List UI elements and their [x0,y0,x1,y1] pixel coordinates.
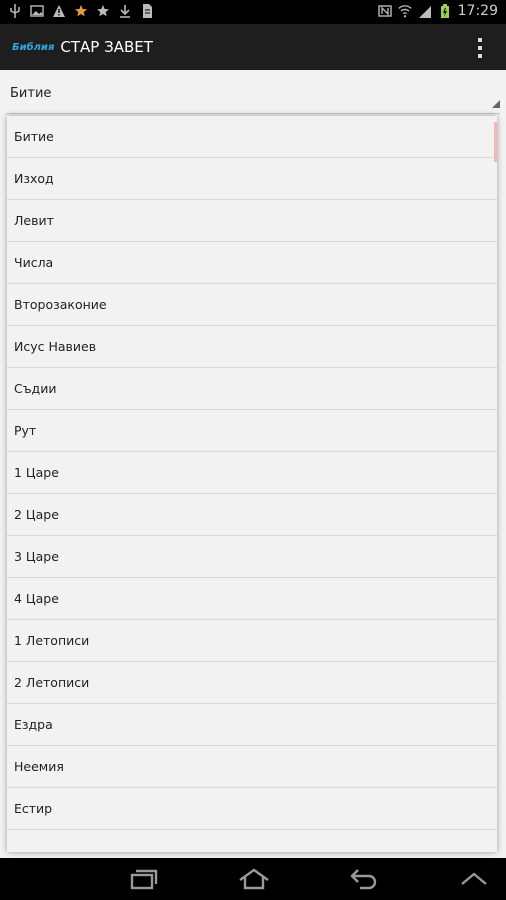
scroll-indicator[interactable] [494,122,497,162]
navigation-bar [0,858,506,900]
notification-icons [8,3,154,19]
book-option[interactable]: 4 Царе [7,578,497,620]
download-icon [120,5,130,18]
status-bar: 17:29 [0,0,506,24]
star-icon [75,5,87,17]
book-option[interactable]: Рут [7,410,497,452]
clock: 17:29 [457,3,498,19]
back-icon[interactable] [348,868,380,890]
book-option[interactable]: Ездра [7,704,497,746]
book-option[interactable]: Изход [7,158,497,200]
page-title: СТАР ЗАВЕТ [60,38,153,56]
file-icon [143,4,152,18]
action-bar: Библия СТАР ЗАВЕТ [0,24,506,70]
book-dropdown-list: Битие Изход Левит Числа Второзаконие Ису… [7,116,497,852]
star-icon [97,5,109,17]
book-option[interactable]: Съдии [7,368,497,410]
book-option[interactable]: Числа [7,242,497,284]
dropdown-arrow-icon [492,100,500,108]
book-option[interactable]: Естир [7,788,497,830]
home-icon[interactable] [238,868,270,890]
book-option[interactable]: Битие [7,116,497,158]
battery-icon [440,4,449,18]
recent-apps-icon[interactable] [128,868,160,890]
overflow-menu-icon[interactable] [478,38,484,58]
book-option[interactable]: 2 Царе [7,494,497,536]
usb-icon [10,4,20,18]
book-spinner[interactable]: Битие [0,74,506,114]
warning-icon [53,5,65,17]
book-option[interactable]: Неемия [7,746,497,788]
book-option[interactable]: Исус Навиев [7,326,497,368]
spinner-selected-value: Битие [10,86,52,101]
wifi-icon [398,5,412,18]
chevron-up-icon[interactable] [458,868,490,890]
book-option[interactable]: 1 Царе [7,452,497,494]
image-icon [30,5,44,17]
book-option[interactable]: 3 Царе [7,536,497,578]
book-option[interactable]: 2 Летописи [7,662,497,704]
nfc-icon [377,5,392,17]
signal-icon [418,6,431,18]
book-option[interactable]: Левит [7,200,497,242]
system-icons: 17:29 [377,3,498,19]
app-logo[interactable]: Библия [12,42,54,53]
spinner-underline [6,113,500,114]
book-option[interactable]: Второзаконие [7,284,497,326]
book-option[interactable]: 1 Летописи [7,620,497,662]
